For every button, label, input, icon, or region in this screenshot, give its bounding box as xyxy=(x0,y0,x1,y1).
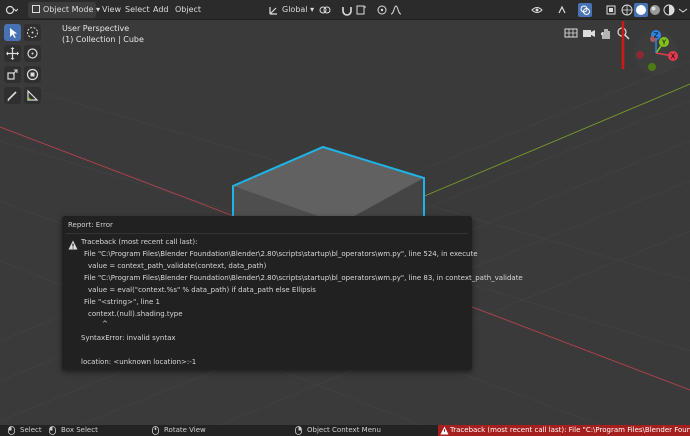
gizmo-y-label: Y xyxy=(661,39,667,47)
status-box-select: Box Select xyxy=(61,426,98,434)
viewport-header: Object Mode ▾ View Select Add Object Glo… xyxy=(0,0,690,20)
status-context-menu: Object Context Menu xyxy=(307,426,381,434)
tool-rotate[interactable] xyxy=(24,45,41,62)
select-cursor-icon xyxy=(10,28,17,38)
navigation-gizmo[interactable]: Z Y X xyxy=(628,25,684,81)
menu-select[interactable]: Select xyxy=(122,2,153,18)
proportional-edit-icon[interactable] xyxy=(375,3,389,17)
chevron-down-icon: ▾ xyxy=(310,5,315,14)
rotate-icon xyxy=(27,48,38,59)
warning-icon xyxy=(68,240,78,250)
report-line: File "C:\Program Files\Blender Foundatio… xyxy=(84,250,478,258)
status-select: Select xyxy=(20,426,42,434)
overlays-toggle-icon[interactable] xyxy=(578,3,592,17)
transform-icon xyxy=(26,68,39,81)
3d-cursor-icon xyxy=(27,27,38,38)
tool-measure[interactable] xyxy=(24,87,41,104)
shading-options-icon[interactable] xyxy=(676,3,690,17)
view-name-label: User Perspective xyxy=(62,24,130,33)
report-title: Report: Error xyxy=(68,221,113,229)
tool-move[interactable] xyxy=(4,45,21,62)
report-line: value = context_path_validate(context, d… xyxy=(88,262,267,270)
report-line: location: <unknown location>:-1 xyxy=(81,358,197,366)
visibility-icon[interactable] xyxy=(530,3,544,17)
error-report-popup: Report: Error Traceback (most recent cal… xyxy=(62,216,523,370)
collection-label: (1) Collection | Cube xyxy=(62,35,144,44)
mouse-left-icon xyxy=(8,426,15,435)
tool-scale[interactable] xyxy=(4,66,21,83)
report-line: File "C:\Program Files\Blender Foundatio… xyxy=(84,274,523,282)
snap-target-icon[interactable] xyxy=(354,3,368,17)
3d-viewport-icon xyxy=(5,5,19,15)
red-arrow-annotation xyxy=(621,21,625,69)
snap-magnet-icon[interactable] xyxy=(340,3,354,17)
shading-material-icon[interactable] xyxy=(648,3,662,17)
menu-object[interactable]: Object xyxy=(172,2,204,18)
scale-icon xyxy=(7,69,18,80)
report-line: context.(null).shading.type xyxy=(88,310,183,318)
tool-cursor[interactable] xyxy=(24,24,41,41)
camera-view-button[interactable] xyxy=(563,25,579,41)
tool-transform[interactable] xyxy=(24,66,41,83)
shading-solid-icon[interactable] xyxy=(634,3,648,17)
status-rotate-view: Rotate View xyxy=(164,426,206,434)
gizmo-x-label: X xyxy=(671,53,676,61)
status-error-text: Traceback (most recent call last): File … xyxy=(450,426,690,434)
gizmo-neg-x-handle[interactable] xyxy=(636,51,644,59)
annotate-pencil-icon xyxy=(7,91,17,102)
measure-ruler-icon xyxy=(27,89,39,101)
report-line: SyntaxError: invalid syntax xyxy=(81,334,176,342)
move-arrows-icon xyxy=(6,47,19,60)
tool-select-box[interactable] xyxy=(4,24,21,41)
menu-add[interactable]: Add xyxy=(150,2,172,18)
object-mode-icon xyxy=(32,5,40,13)
gizmo-neg-y-handle[interactable] xyxy=(648,63,656,71)
gizmo-z-label: Z xyxy=(654,32,659,40)
report-line: Traceback (most recent call last): xyxy=(81,238,198,246)
shading-wireframe-icon[interactable] xyxy=(620,3,634,17)
orientation-label: Global xyxy=(282,5,308,14)
pivot-point-icon[interactable] xyxy=(318,3,332,17)
video-camera-icon xyxy=(583,30,595,37)
transform-orientation-icon[interactable] xyxy=(267,3,281,17)
report-separator xyxy=(66,233,468,234)
xray-toggle-icon[interactable] xyxy=(604,3,618,17)
camera-icon xyxy=(564,28,578,38)
editor-type-button[interactable] xyxy=(4,3,19,17)
status-error-message[interactable]: Traceback (most recent call last): File … xyxy=(438,425,690,436)
report-line: File "<string>", line 1 xyxy=(84,298,160,306)
falloff-curve-icon[interactable] xyxy=(389,3,403,17)
gizmo-toggle-icon[interactable] xyxy=(555,3,569,17)
shading-rendered-icon[interactable] xyxy=(662,3,676,17)
tool-annotate[interactable] xyxy=(4,87,21,104)
pan-view-button[interactable] xyxy=(598,25,614,41)
mouse-middle-icon xyxy=(152,426,159,435)
orientation-dropdown[interactable]: Global ▾ xyxy=(282,2,314,18)
error-warning-icon xyxy=(440,426,449,435)
mode-dropdown[interactable]: Object Mode ▾ xyxy=(28,2,100,18)
mode-label: Object Mode xyxy=(43,5,94,14)
y-axis-line xyxy=(414,83,690,201)
report-line: value = eval("context.%s" % data_path) i… xyxy=(88,286,316,294)
camera-toggle-button[interactable] xyxy=(581,25,597,41)
menu-view[interactable]: View xyxy=(99,2,124,18)
mouse-drag-icon xyxy=(49,426,56,435)
report-line: ^ xyxy=(102,320,108,328)
hand-icon xyxy=(600,29,610,39)
mouse-right-icon xyxy=(295,426,302,435)
status-bar: Select Box Select Rotate View Object Con… xyxy=(0,425,690,436)
